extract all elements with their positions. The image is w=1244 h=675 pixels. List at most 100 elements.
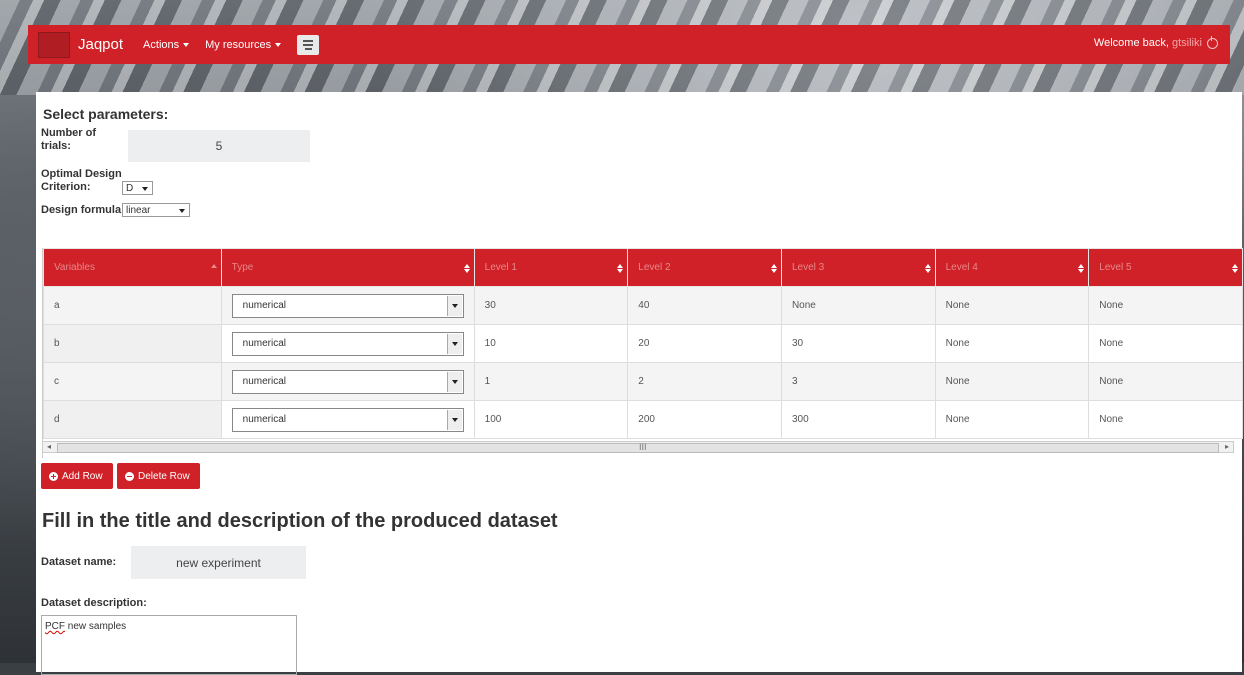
type-select[interactable]: numerical — [231, 293, 464, 318]
sort-icon — [1078, 264, 1084, 273]
misspelled-word: PCF — [45, 621, 65, 632]
formula-value: linear — [126, 204, 151, 216]
cell-variable[interactable]: a — [43, 286, 222, 325]
cell-variable[interactable]: d — [43, 400, 222, 439]
cell-level[interactable]: 10 — [473, 324, 629, 363]
cell-level[interactable]: None — [934, 324, 1090, 363]
cell-level[interactable]: 300 — [780, 400, 936, 439]
delete-row-button[interactable]: Delete Row — [117, 463, 200, 489]
type-select-value: numerical — [242, 338, 286, 349]
column-header-label: Variables — [54, 262, 95, 273]
my-resources-menu[interactable]: My resources — [205, 38, 282, 51]
plus-circle-icon — [49, 471, 58, 481]
column-header-level-5[interactable]: Level 5 — [1088, 248, 1243, 287]
cell-type: numerical — [220, 324, 475, 363]
username-link[interactable]: gtsiliki — [1172, 37, 1202, 49]
cell-level[interactable]: None — [934, 362, 1090, 401]
cell-level[interactable]: None — [934, 400, 1090, 439]
dataset-heading: Fill in the title and description of the… — [42, 510, 558, 532]
cell-level[interactable]: None — [934, 286, 1090, 325]
criterion-label: Optimal Design Criterion: — [41, 168, 122, 194]
my-resources-menu-label: My resources — [205, 38, 272, 51]
sort-icon — [771, 264, 777, 273]
cell-level[interactable]: 30 — [780, 324, 936, 363]
cell-level[interactable]: None — [1088, 362, 1243, 401]
scroll-right-arrow[interactable]: ▸ — [1221, 442, 1233, 452]
cell-type: numerical — [220, 362, 475, 401]
scrollbar-thumb[interactable] — [57, 443, 1219, 453]
column-header-label: Level 4 — [945, 262, 978, 273]
document-icon-line — [304, 47, 312, 50]
dataset-description-textarea[interactable]: PCF new samples — [41, 615, 297, 675]
table-row: b numerical 10 20 30 None None — [43, 324, 1243, 363]
top-navbar: Jaqpot Actions My resources Welcome back… — [28, 25, 1230, 64]
column-header-label: Level 2 — [638, 262, 671, 273]
formula-select[interactable]: linear — [122, 203, 190, 217]
chevron-down-icon — [179, 209, 185, 213]
column-header-level-3[interactable]: Level 3 — [780, 248, 936, 287]
add-row-label: Add Row — [62, 470, 103, 482]
actions-menu[interactable]: Actions — [143, 39, 190, 51]
dataset-description-label: Dataset description: — [41, 597, 147, 609]
cell-variable[interactable]: c — [43, 362, 222, 401]
cell-level[interactable]: 200 — [627, 400, 782, 439]
table-row: d numerical 100 200 300 None None — [43, 400, 1243, 439]
table-header-row: Variables Type Level 1 Level 2 Level 3 L… — [43, 248, 1243, 287]
variables-table-container: Variables Type Level 1 Level 2 Level 3 L… — [42, 248, 1243, 458]
criterion-value: D — [126, 182, 134, 194]
cell-level[interactable]: 20 — [627, 324, 782, 363]
column-header-type[interactable]: Type — [220, 248, 475, 287]
type-select[interactable]: numerical — [231, 331, 464, 356]
cell-level[interactable]: 100 — [473, 400, 629, 439]
trials-label: Number of trials: — [41, 127, 96, 153]
column-header-level-1[interactable]: Level 1 — [473, 248, 629, 287]
type-select-value: numerical — [242, 300, 286, 311]
dataset-name-value: new experiment — [176, 555, 261, 570]
cell-variable[interactable]: b — [43, 324, 222, 363]
scroll-left-arrow[interactable]: ◂ — [43, 442, 55, 452]
cell-level[interactable]: None — [1088, 324, 1243, 363]
trials-label-line1: Number of — [41, 127, 96, 139]
trials-input[interactable]: 5 — [128, 130, 310, 162]
chevron-down-icon — [183, 42, 190, 47]
criterion-select[interactable]: D — [122, 181, 153, 195]
column-header-label: Type — [231, 262, 254, 273]
column-header-variables[interactable]: Variables — [43, 248, 222, 287]
document-menu-button[interactable] — [297, 34, 320, 55]
column-header-label: Level 5 — [1099, 262, 1132, 273]
brand-name[interactable]: Jaqpot — [78, 36, 123, 53]
column-header-level-4[interactable]: Level 4 — [934, 248, 1090, 287]
chevron-down-icon — [275, 42, 282, 47]
horizontal-scrollbar[interactable]: ◂ III ▸ — [42, 441, 1234, 453]
type-select[interactable]: numerical — [231, 407, 464, 432]
column-header-level-2[interactable]: Level 2 — [627, 248, 782, 287]
type-select-value: numerical — [242, 414, 286, 425]
chevron-down-icon — [142, 187, 148, 191]
sort-icon — [925, 264, 931, 273]
power-icon[interactable] — [1207, 35, 1218, 49]
document-icon-line — [303, 43, 314, 46]
delete-row-label: Delete Row — [138, 470, 190, 482]
cell-level[interactable]: 3 — [780, 362, 936, 401]
document-icon — [303, 39, 314, 42]
dataset-name-input[interactable]: new experiment — [131, 546, 306, 579]
type-select[interactable]: numerical — [231, 369, 464, 394]
cell-level[interactable]: 1 — [473, 362, 629, 401]
cell-type: numerical — [220, 400, 475, 439]
welcome-message: Welcome back, gtsiliki — [1094, 35, 1218, 49]
add-row-button[interactable]: Add Row — [41, 463, 113, 489]
description-text: new samples — [65, 621, 127, 632]
cell-level[interactable]: 2 — [627, 362, 782, 401]
cell-level[interactable]: None — [1088, 400, 1243, 439]
dataset-name-label: Dataset name: — [41, 556, 117, 568]
brand-logo[interactable] — [38, 31, 70, 58]
cell-level[interactable]: 40 — [627, 286, 782, 325]
chevron-down-icon — [446, 333, 462, 354]
trials-label-line2: trials: — [41, 140, 71, 152]
cell-level[interactable]: None — [1088, 286, 1243, 325]
chevron-down-icon — [446, 371, 462, 392]
cell-level[interactable]: None — [780, 286, 936, 325]
minus-circle-icon — [125, 471, 134, 481]
cell-level[interactable]: 30 — [473, 286, 629, 325]
sort-icon — [464, 264, 470, 273]
